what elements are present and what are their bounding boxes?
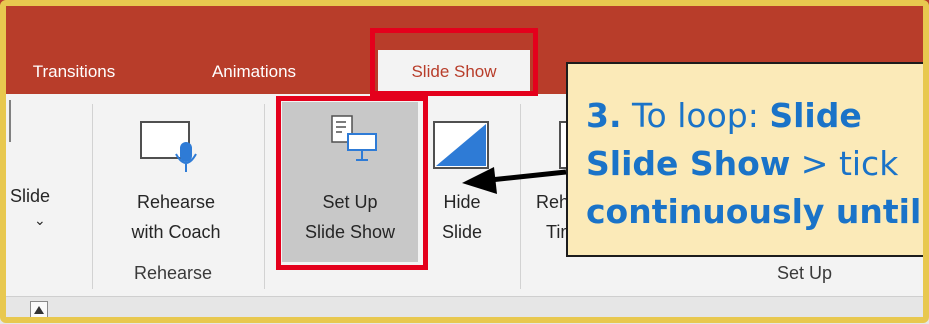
callout-text-1: To loop: — [621, 96, 770, 135]
rehearse-with-coach-label-line1: Rehearse — [136, 192, 216, 212]
group-divider — [92, 104, 93, 289]
hide-slide-label-line2: Slide — [441, 222, 483, 242]
callout-text-2: > tick — [790, 144, 899, 183]
hide-slide-label-line1: Hide — [443, 192, 481, 212]
hide-slide-icon — [433, 121, 489, 169]
callout-step-number: 3. — [586, 96, 622, 135]
new-slide-icon — [9, 100, 11, 142]
callout-bold-2: Slide Show — [586, 144, 791, 183]
tab-animations[interactable]: Animations — [194, 50, 314, 94]
new-slide-button[interactable]: Slide ⌄ — [0, 94, 74, 254]
set-up-slide-show-button[interactable]: Set Up Slide Show — [282, 102, 418, 262]
rehearse-with-coach-button[interactable]: Rehearse with Coach — [98, 94, 254, 254]
callout-line-1: 3. To loop: Slide — [586, 92, 929, 140]
rehearse-group-label: Rehearse — [134, 263, 213, 283]
scroll-up-button[interactable] — [30, 301, 48, 319]
set-up-slide-show-icon — [331, 115, 377, 161]
set-up-slide-show-label-line1: Set Up — [322, 192, 378, 212]
rehearse-with-coach-icon — [140, 121, 197, 172]
triangle-up-icon — [34, 306, 44, 314]
set-up-group-label: Set Up — [777, 263, 833, 283]
callout-bold-1: Slide — [769, 96, 862, 135]
hide-slide-button[interactable]: Hide Slide — [428, 94, 496, 254]
tab-transitions[interactable]: Transitions — [14, 50, 134, 94]
group-divider — [264, 104, 265, 289]
rehearse-with-coach-label-line2: with Coach — [131, 222, 221, 242]
callout-line-3: continuously until — [586, 188, 929, 236]
set-up-slide-show-label-line2: Slide Show — [304, 222, 396, 242]
callout-line-2: Slide Show > tick — [586, 140, 929, 188]
tab-slide-show[interactable]: Slide Show — [378, 50, 530, 94]
instruction-callout: 3. To loop: Slide Slide Show > tick cont… — [566, 62, 929, 257]
group-divider — [520, 104, 521, 289]
slide-panel-strip — [0, 296, 929, 324]
callout-bold-3: continuously until — [586, 192, 922, 231]
